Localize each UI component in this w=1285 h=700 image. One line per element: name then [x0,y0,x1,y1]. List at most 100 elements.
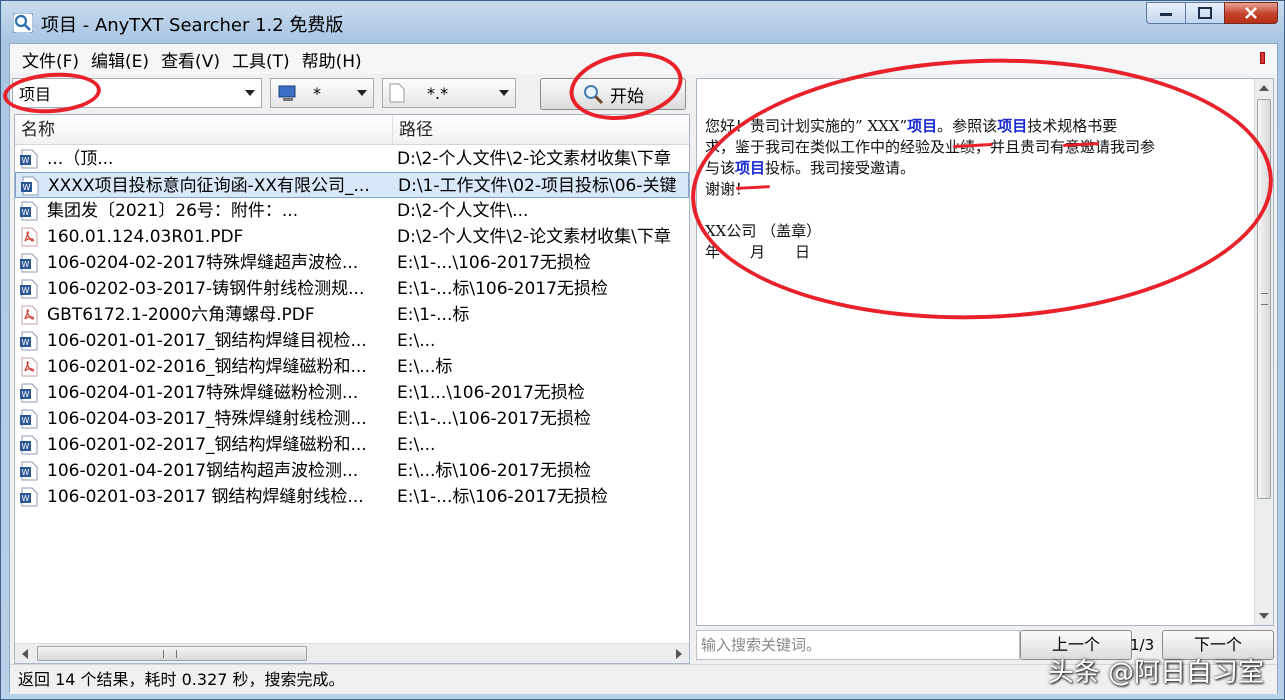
title-bar[interactable]: 项目 - AnyTXT Searcher 1.2 免费版 [1,1,1284,43]
word-doc-icon: W [19,149,39,169]
file-path-cell: E:\1-...标 [397,305,470,325]
keyword-highlight: 项目 [997,117,1028,135]
file-name-cell: XXXX项目投标意向征询函-XX有限公司_... [48,176,370,196]
svg-text:W: W [22,208,30,217]
chevron-down-icon[interactable] [357,90,367,96]
file-name-cell: 106-0204-03-2017_特殊焊缝射线检测... [47,409,367,429]
pdf-icon [19,357,39,377]
table-row[interactable]: W 106-0201-03-2017 钢结构焊缝射线检... E:\1-...标\1… [15,484,689,510]
preview-text-segment: 投标。我司接受邀请。 [765,159,916,177]
keyword-search-input[interactable]: 输入搜索关键词。 [696,630,1020,660]
menu-edit[interactable]: 编辑(E) [85,47,155,72]
window-controls [1146,2,1278,24]
file-name-cell: 106-0201-03-2017 钢结构焊缝射线检... [47,487,364,507]
file-icon [389,83,405,103]
file-path-cell: E:\1-...标\106-2017无损检 [397,279,608,299]
menu-tools[interactable]: 工具(T) [226,47,296,72]
pdf-icon [19,305,39,325]
scroll-thumb[interactable] [1257,99,1271,499]
flag-icon [1260,52,1265,64]
file-name-cell: 106-0204-02-2017特殊焊缝超声波检... [47,253,359,273]
table-row[interactable]: W 106-0204-02-2017特殊焊缝超声波检... E:\1-...\106… [15,250,689,276]
file-name-cell: GBT6172.1-2000六角薄螺母.PDF [47,305,315,325]
search-input-value[interactable]: 项目 [19,81,51,105]
preview-text-segment: 技术规格书要 [1027,117,1118,135]
svg-text:W: W [22,416,30,425]
scroll-left-icon[interactable] [22,649,28,659]
file-path-cell: E:\... [397,435,436,455]
list-header: 名称 路径 [15,115,689,145]
minimize-button[interactable] [1146,2,1186,24]
file-name-cell: 106-0201-04-2017钢结构超声波检测... [47,461,359,481]
minimize-icon [1160,13,1172,16]
search-icon [584,85,604,105]
keyword-highlight: 项目 [907,117,938,135]
menu-view[interactable]: 查看(V) [155,47,226,72]
preview-spacer [705,200,1245,221]
file-path-cell: E:\1-...标\106-2017无损检 [397,487,608,507]
table-row[interactable]: W XXXX项目投标意向征询函-XX有限公司_... D:\1-工作文件\02-项目… [15,172,689,198]
file-path-cell: D:\2-个人文件\2-论文素材收集\下章 [397,227,671,247]
file-name-cell: 106-0201-02-2017_钢结构焊缝磁粉和... [47,435,367,455]
scroll-down-icon[interactable] [1259,613,1269,619]
file-name-cell: 106-0202-03-2017-铸钢件射线检测规... [47,279,365,299]
file-path-cell: E:\1...\106-2017无损检 [397,383,585,403]
column-header-path[interactable]: 路径 [393,115,689,145]
table-row[interactable]: W 106-0204-03-2017_特殊焊缝射线检测... E:\1-...\10… [15,406,689,432]
start-button-label: 开始 [610,86,644,107]
table-row[interactable]: W 106-0202-03-2017-铸钢件射线检测规... E:\1-...标\1… [15,276,689,302]
table-row[interactable]: W 106-0201-01-2017_钢结构焊缝目视检... E:\... [15,328,689,354]
table-row[interactable]: W 106-0201-02-2017_钢结构焊缝磁粉和... E:\... [15,432,689,458]
preview-line: 求，鉴于我司在类似工作中的经验及业绩，并且贵司有意邀请我司参 [705,138,1156,156]
preview-line: 谢谢！ [705,180,751,198]
svg-text:W: W [22,390,30,399]
file-path-cell: E:\1-...\106-2017无损检 [397,253,591,273]
maximize-button[interactable] [1185,2,1225,24]
scroll-thumb[interactable] [37,646,307,661]
file-path-cell: E:\...标 [397,357,453,377]
menu-file[interactable]: 文件(F) [16,47,85,72]
chevron-down-icon[interactable] [245,90,255,96]
word-doc-icon: W [20,176,40,196]
file-path-cell: D:\2-个人文件\... [397,201,529,221]
file-path-cell: E:\...标\106-2017无损检 [397,461,591,481]
maximize-icon [1198,7,1212,19]
svg-text:W: W [22,156,30,165]
grip-icon [163,650,177,658]
word-doc-icon: W [19,279,39,299]
search-combo[interactable]: 项目 [12,78,262,108]
horizontal-scrollbar[interactable] [15,643,689,663]
file-path-cell: E:\... [397,331,436,351]
preview-text: 您好！贵司计划实施的” XXX”项目。参照该项目技术规格书要 求，鉴于我司在类似… [705,85,1245,263]
word-doc-icon: W [19,435,39,455]
scroll-right-icon[interactable] [676,649,682,659]
scroll-up-icon[interactable] [1259,85,1269,91]
column-header-name[interactable]: 名称 [15,115,393,145]
client-area: 文件(F) 编辑(E) 查看(V) 工具(T) 帮助(H) 项目 * *.* 开… [9,43,1278,694]
table-row[interactable]: 160.01.124.03R01.PDF D:\2-个人文件\2-论文素材收集\下… [15,224,689,250]
app-window: 项目 - AnyTXT Searcher 1.2 免费版 文件(F) 编辑(E)… [0,0,1285,700]
svg-text:W: W [22,468,30,477]
table-row[interactable]: W 106-0204-01-2017特殊焊缝磁粉检测... E:\1...\106-… [15,380,689,406]
filetype-combo[interactable]: *.* [382,78,516,108]
close-button[interactable] [1224,2,1278,24]
file-path-cell: D:\2-个人文件\2-论文素材收集\下章 [397,149,671,169]
results-list[interactable]: 名称 路径 W ...（顶... D:\2-个人文件\2-论文素材收集\下章 W XXX… [14,114,690,664]
start-search-button[interactable]: 开始 [540,78,686,110]
vertical-scrollbar[interactable] [1254,79,1273,625]
table-row[interactable]: W 集团发〔2021〕26号：附件：... D:\2-个人文件\... [15,198,689,224]
preview-text-segment: 。参照该 [937,117,998,135]
grip-icon [1261,293,1268,305]
menu-help[interactable]: 帮助(H) [296,47,368,72]
preview-pane[interactable]: 您好！贵司计划实施的” XXX”项目。参照该项目技术规格书要 求，鉴于我司在类似… [696,78,1274,626]
table-row[interactable]: GBT6172.1-2000六角薄螺母.PDF E:\1-...标 [15,302,689,328]
window-title: 项目 - AnyTXT Searcher 1.2 免费版 [41,15,344,36]
chevron-down-icon[interactable] [499,90,509,96]
table-row[interactable]: W ...（顶... D:\2-个人文件\2-论文素材收集\下章 [15,146,689,172]
preview-line: 您好！贵司计划实施的” XXX”项目。参照该项目技术规格书要 [705,116,1245,137]
preview-blurred-line [705,85,1245,106]
table-row[interactable]: W 106-0201-04-2017钢结构超声波检测... E:\...标\106-… [15,458,689,484]
table-row[interactable]: 106-0201-02-2016_钢结构焊缝磁粉和... E:\...标 [15,354,689,380]
preview-line: 与该项目投标。我司接受邀请。 [705,158,1245,179]
drive-combo[interactable]: * [270,78,374,108]
